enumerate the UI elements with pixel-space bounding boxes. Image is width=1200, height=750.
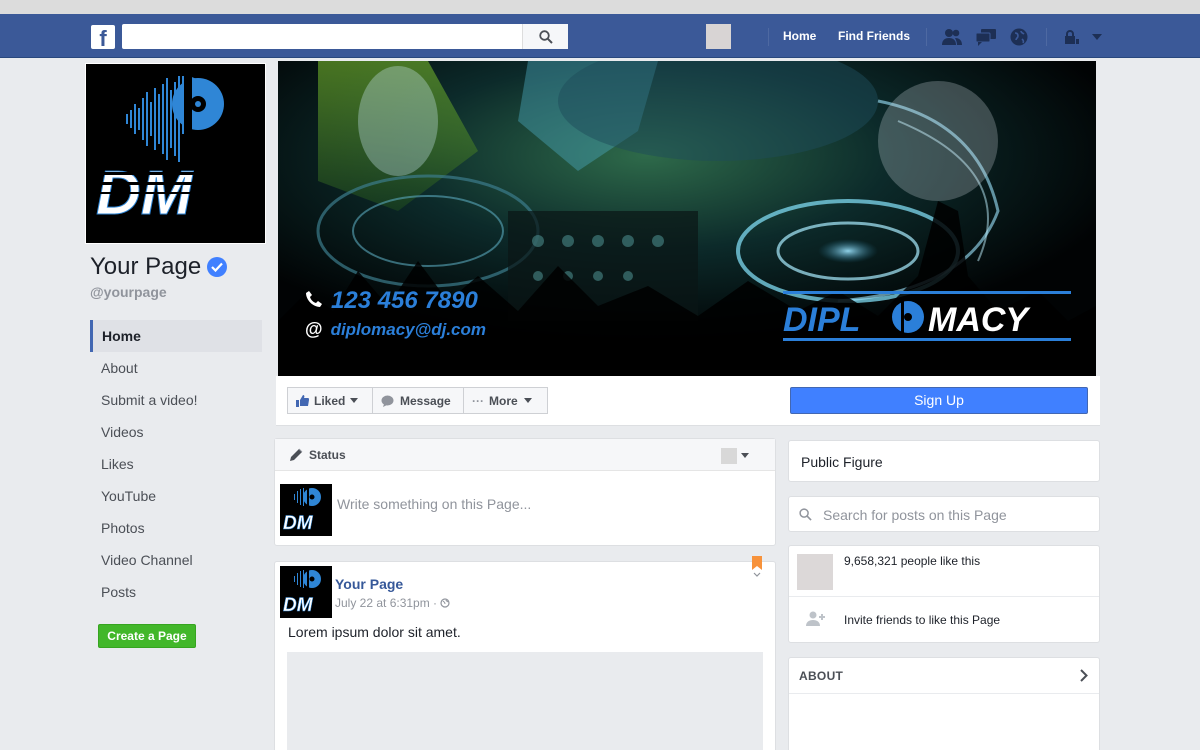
brand-text-right: MACY: [928, 301, 1031, 339]
pencil-icon: [290, 448, 303, 461]
top-navigation-bar: f Home Find Friends: [0, 14, 1200, 58]
sign-up-button[interactable]: Sign Up: [790, 387, 1088, 414]
brand-text-left: DIPL: [783, 301, 860, 339]
search-icon: [799, 508, 812, 521]
nav-home-link[interactable]: Home: [783, 29, 816, 43]
chevron-down-icon: [523, 398, 532, 403]
add-friend-icon: [806, 611, 825, 626]
post-media-placeholder[interactable]: [287, 652, 763, 750]
side-nav-item-home[interactable]: Home: [90, 320, 262, 352]
post-card: DM Your Page July 22 at 6:31pm · Lorem i…: [274, 556, 776, 750]
page-side-navigation: Home About Submit a video! Videos Likes …: [90, 320, 262, 608]
at-sign-icon: @: [305, 319, 323, 339]
chevron-down-icon[interactable]: [741, 453, 749, 458]
composer-page-avatar: DM: [280, 484, 332, 536]
side-nav-item-youtube[interactable]: YouTube: [90, 480, 262, 512]
chevron-right-icon[interactable]: [1080, 669, 1088, 682]
cover-phone-number: 123 456 7890: [331, 287, 478, 314]
about-title: ABOUT: [799, 669, 844, 683]
diplomacy-brand-logo: DIPL MACY: [783, 291, 1071, 341]
cover-email: @ diplomacy@dj.com: [305, 319, 486, 340]
about-header[interactable]: ABOUT: [789, 658, 1099, 694]
phone-icon: [305, 287, 323, 315]
side-nav-item-videos[interactable]: Videos: [90, 416, 262, 448]
create-page-button[interactable]: Create a Page: [98, 624, 196, 648]
more-dots-icon: ···: [472, 393, 484, 408]
message-bubble-icon: [381, 395, 394, 407]
cover-photo[interactable]: 123 456 7890 @ diplomacy@dj.com DIPL MAC…: [278, 61, 1096, 376]
liker-avatar: [797, 554, 833, 590]
post-author-name[interactable]: Your Page: [335, 576, 403, 592]
svg-text:DM: DM: [283, 595, 314, 616]
post-body-text: Lorem ipsum dolor sit amet.: [288, 624, 461, 640]
side-nav-item-about[interactable]: About: [90, 352, 262, 384]
dm-logo-image: DM: [86, 74, 265, 229]
status-tab[interactable]: Status: [289, 448, 346, 462]
more-label: More: [489, 393, 518, 408]
user-avatar[interactable]: [706, 24, 731, 49]
nav-find-friends-link[interactable]: Find Friends: [838, 29, 910, 43]
browser-chrome: [0, 0, 1200, 14]
page-category[interactable]: Public Figure: [801, 454, 883, 470]
page-likes-row[interactable]: 9,658,321 people like this: [789, 546, 1099, 596]
post-author-avatar[interactable]: DM: [280, 566, 332, 618]
post-timestamp[interactable]: July 22 at 6:31pm ·: [335, 596, 450, 610]
post-date-text: July 22 at 6:31pm ·: [335, 596, 441, 610]
page-post-search[interactable]: Search for posts on this Page: [788, 496, 1100, 532]
more-button[interactable]: ··· More: [463, 387, 548, 414]
chevron-down-icon: [350, 398, 359, 403]
about-card: ABOUT: [788, 657, 1100, 750]
friend-requests-icon[interactable]: [941, 27, 963, 47]
privacy-lock-icon[interactable]: [1061, 27, 1083, 47]
nav-divider: [926, 28, 927, 46]
message-button[interactable]: Message: [372, 387, 464, 414]
globe-icon: [440, 598, 450, 608]
side-nav-item-likes[interactable]: Likes: [90, 448, 262, 480]
invite-friends-text[interactable]: Invite friends to like this Page: [844, 613, 1000, 627]
page-profile-picture[interactable]: DM: [85, 63, 266, 244]
search-input[interactable]: [122, 24, 568, 49]
nav-divider: [1046, 28, 1047, 46]
message-label: Message: [400, 393, 451, 408]
page-category-card: Public Figure: [788, 440, 1100, 482]
thumbs-up-icon: [296, 394, 309, 407]
page-handle[interactable]: @yourpage: [90, 284, 167, 300]
composer-input[interactable]: Write something on this Page...: [337, 496, 531, 512]
liked-label: Liked: [314, 393, 346, 408]
bookmark-icon[interactable]: [751, 556, 763, 578]
page-name-text[interactable]: Your Page: [90, 253, 201, 281]
verified-badge-icon: [207, 257, 228, 277]
page-post-search-input[interactable]: Search for posts on this Page: [823, 507, 1007, 523]
notifications-globe-icon[interactable]: [1008, 27, 1030, 47]
liked-button[interactable]: Liked: [287, 387, 373, 414]
facebook-logo-icon[interactable]: f: [91, 25, 115, 49]
nav-divider: [768, 28, 769, 46]
side-nav-item-posts[interactable]: Posts: [90, 576, 262, 608]
account-menu-chevron-down-icon[interactable]: [1086, 27, 1108, 47]
search-icon: [538, 29, 553, 44]
composer-avatar-selector[interactable]: [721, 448, 737, 464]
svg-text:DM: DM: [283, 513, 314, 534]
side-nav-item-photos[interactable]: Photos: [90, 512, 262, 544]
status-label: Status: [309, 448, 346, 462]
side-nav-item-submit-video[interactable]: Submit a video!: [90, 384, 262, 416]
cover-phone: 123 456 7890: [305, 287, 478, 315]
side-nav-item-video-channel[interactable]: Video Channel: [90, 544, 262, 576]
page-likes-count[interactable]: 9,658,321 people like this: [844, 554, 980, 568]
page-title[interactable]: Your Page: [90, 253, 228, 281]
composer-header: Status: [275, 439, 775, 471]
messages-icon[interactable]: [975, 27, 997, 47]
cover-email-text: diplomacy@dj.com: [330, 319, 487, 339]
invite-friends-row[interactable]: Invite friends to like this Page: [789, 596, 1099, 646]
status-composer: Status DM Write something on this Page..…: [274, 438, 776, 546]
search-button[interactable]: [522, 24, 568, 49]
community-card: 9,658,321 people like this Invite friend…: [788, 545, 1100, 643]
